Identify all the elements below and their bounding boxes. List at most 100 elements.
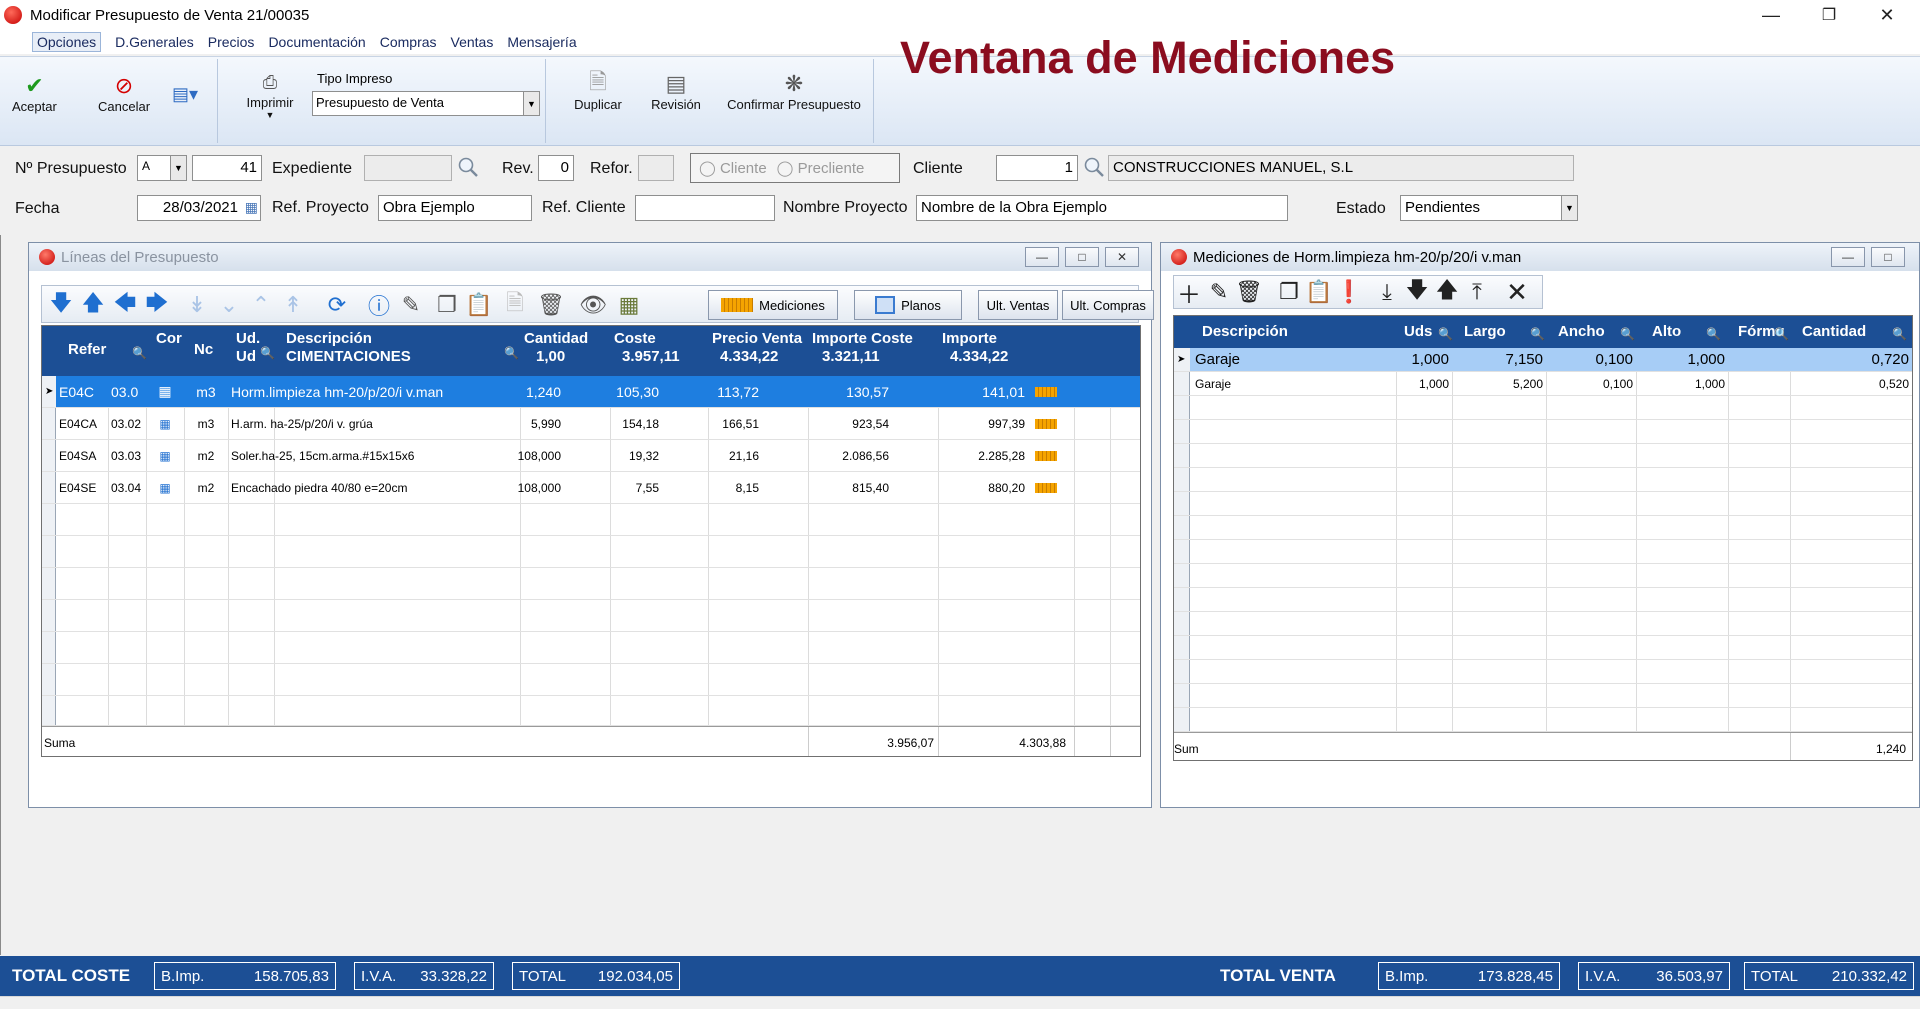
arrow-right-icon[interactable]: 🡆 [144, 290, 170, 318]
col-header-nc[interactable]: Nc [194, 341, 213, 359]
table-row[interactable]: E04SA 03.03 ▦ m2 Soler.ha-25, 15cm.arma.… [42, 440, 1140, 472]
move-down-icon[interactable]: 🡇 [1404, 277, 1430, 305]
arrow-up-icon[interactable]: 🡅 [80, 290, 106, 318]
move-first-icon[interactable]: ⤒ [1464, 279, 1490, 305]
col-header-cor[interactable]: Cor [156, 330, 182, 348]
maximize-button[interactable]: □ [1871, 247, 1905, 267]
confirm-budget-button[interactable]: ❋ Confirmar Presupuesto [724, 71, 864, 112]
table-row[interactable]: E04CA 03.02 ▦ m3 H.arm. ha-25/p/20/i v. … [42, 408, 1140, 440]
ult-ventas-button[interactable]: Ult. Ventas [978, 290, 1058, 320]
menu-ventas[interactable]: Ventas [451, 34, 494, 50]
alert-icon[interactable]: ❗ [1335, 279, 1362, 305]
edit-icon[interactable]: ✎ [1206, 279, 1232, 305]
paste-icon[interactable]: 📋 [1305, 279, 1332, 305]
table-row[interactable]: ➤ E04C 03.0 ▦ m3 Horm.limpieza hm-20/p/2… [42, 376, 1140, 408]
ruler-icon[interactable] [1028, 376, 1064, 407]
mediciones-button[interactable]: Mediciones [708, 290, 838, 320]
nombre-proyecto-field[interactable]: Nombre de la Obra Ejemplo [916, 195, 1288, 221]
collapse-icon[interactable]: ⌄ [216, 292, 242, 318]
menu-dgenerales[interactable]: D.Generales [115, 34, 194, 50]
filter-icon[interactable]: 🔍 [1530, 325, 1545, 343]
col-header-ancho[interactable]: Ancho [1558, 323, 1605, 341]
trash-icon[interactable]: 🗑 [537, 292, 565, 318]
menu-mensajeria[interactable]: Mensajería [507, 34, 576, 50]
table-row[interactable]: ➤ Garaje 1,000 7,150 0,100 1,000 0,720 [1174, 348, 1912, 372]
budget-number-field[interactable]: 41 [192, 155, 262, 181]
close-button[interactable]: ✕ [1858, 0, 1916, 30]
ruler-icon[interactable] [1028, 472, 1064, 503]
ult-compras-button[interactable]: Ult. Compras [1062, 290, 1154, 320]
filter-icon[interactable]: 🔍 [260, 344, 275, 362]
expediente-field[interactable] [364, 155, 452, 181]
col-header-precio-venta[interactable]: Precio Venta [712, 330, 802, 348]
print-type-select[interactable]: Presupuesto de Venta ▼ [312, 91, 540, 116]
maximize-button[interactable]: □ [1065, 247, 1099, 267]
ruler-icon[interactable] [1028, 440, 1064, 471]
fecha-field[interactable]: 28/03/2021 ▦ [137, 195, 261, 221]
info-icon[interactable]: ⓘ [366, 292, 392, 319]
close-button[interactable]: ✕ [1105, 247, 1139, 267]
copy-icon[interactable]: ❐ [1276, 279, 1302, 305]
estado-select[interactable]: Pendientes ▼ [1400, 195, 1578, 221]
expand-icon[interactable]: ⌃ [248, 292, 274, 318]
eye-icon[interactable]: 👁 [579, 292, 607, 318]
search-icon[interactable] [456, 155, 480, 179]
col-header-refer[interactable]: Refer [68, 341, 106, 359]
col-header-alto[interactable]: Alto [1652, 323, 1681, 341]
collapse-all-icon[interactable]: ↡ [184, 292, 210, 318]
menu-precios[interactable]: Precios [208, 34, 255, 50]
move-up-icon[interactable]: 🡅 [1434, 277, 1460, 305]
minimize-button[interactable]: — [1831, 247, 1865, 267]
move-last-icon[interactable]: ⤓ [1374, 279, 1400, 305]
table-row[interactable]: Garaje 1,000 5,200 0,100 1,000 0,520 [1174, 372, 1912, 396]
arrow-left-icon[interactable]: 🡄 [112, 290, 138, 318]
filter-icon[interactable]: 🔍 [1706, 325, 1721, 343]
add-icon[interactable]: ＋ [1176, 279, 1202, 309]
col-header-descripcion[interactable]: Descripción [1202, 323, 1288, 341]
copy-icon[interactable]: ❐ [434, 292, 460, 318]
trash-icon[interactable]: 🗑 [1235, 279, 1263, 305]
radio-precliente[interactable]: ◯ Precliente [777, 159, 865, 177]
accept-button[interactable]: ✔ Aceptar [12, 73, 57, 114]
minimize-button[interactable]: — [1742, 0, 1800, 30]
radio-cliente[interactable]: ◯ Cliente [699, 159, 767, 177]
ref-proyecto-field[interactable]: Obra Ejemplo [378, 195, 532, 221]
filter-icon[interactable]: 🔍 [132, 344, 147, 362]
cancel-button[interactable]: ⊘ Cancelar [98, 73, 150, 114]
ref-cliente-field[interactable] [635, 195, 775, 221]
filter-icon[interactable]: 🔍 [504, 344, 519, 362]
edit-icon[interactable]: ✎ [398, 292, 424, 318]
menu-compras[interactable]: Compras [380, 34, 437, 50]
filter-icon[interactable]: 🔍 [1774, 325, 1789, 343]
revision-button[interactable]: ▤ Revisión [646, 71, 706, 112]
col-header-importe[interactable]: Importe [942, 330, 997, 348]
ruler-icon[interactable] [1028, 408, 1064, 439]
refresh-icon[interactable]: ⟳ [324, 292, 350, 318]
col-header-cantidad[interactable]: Cantidad [1802, 323, 1866, 341]
duplicate-button[interactable]: 🗎 Duplicar [568, 69, 628, 112]
serie-select[interactable]: A ▼ [137, 155, 187, 181]
menu-opciones[interactable]: Opciones [32, 32, 102, 52]
filter-icon[interactable]: 🔍 [1438, 325, 1453, 343]
col-header-cantidad[interactable]: Cantidad [524, 330, 588, 348]
minimize-button[interactable]: — [1025, 247, 1059, 267]
cliente-name-field[interactable]: CONSTRUCCIONES MANUEL, S.L [1108, 155, 1574, 181]
col-header-ud[interactable]: Ud. [236, 330, 260, 348]
col-header-coste[interactable]: Coste [614, 330, 656, 348]
col-header-descripcion[interactable]: Descripción [286, 330, 372, 348]
planos-button[interactable]: Planos [854, 290, 962, 320]
arrow-down-icon[interactable]: 🡇 [48, 290, 74, 318]
table-row[interactable]: E04SE 03.04 ▦ m2 Encachado piedra 40/80 … [42, 472, 1140, 504]
expand-all-icon[interactable]: ↟ [280, 292, 306, 318]
paste-icon[interactable]: 📋 [465, 292, 492, 318]
filter-icon[interactable]: 🔍 [1620, 325, 1635, 343]
calendar-icon[interactable]: ▦ [245, 199, 258, 216]
search-icon[interactable] [1082, 155, 1106, 179]
calculator-icon[interactable]: ▦ [616, 292, 642, 318]
cliente-code-field[interactable]: 1 [996, 155, 1078, 181]
col-header-uds[interactable]: Uds [1404, 323, 1432, 341]
menu-documentacion[interactable]: Documentación [268, 34, 365, 50]
filter-icon[interactable]: 🔍 [1892, 325, 1907, 343]
new-document-icon[interactable]: 🗎 [502, 290, 528, 318]
close-icon[interactable]: ✕ [1504, 277, 1530, 307]
